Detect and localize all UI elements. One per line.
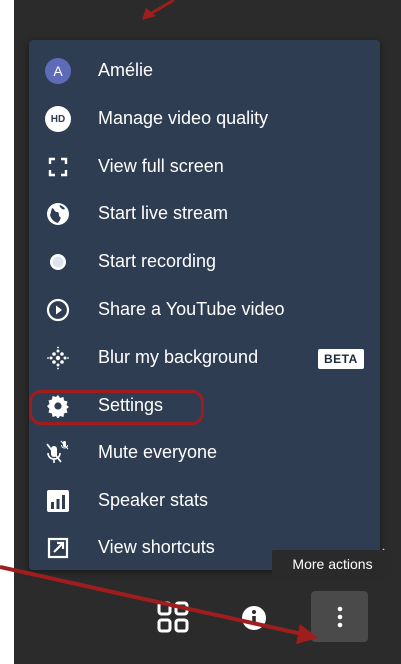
- speaker-stats-icon: [45, 488, 71, 514]
- menu-item-label: Amélie: [98, 60, 154, 80]
- tile-view-icon: [157, 601, 189, 633]
- shortcuts-icon: [45, 535, 71, 561]
- menu-item-label: Start recording: [98, 251, 217, 271]
- menu-item-mute-everyone[interactable]: Mute everyone: [29, 429, 380, 475]
- info-button[interactable]: [231, 597, 277, 639]
- more-actions-button[interactable]: [311, 591, 368, 642]
- menu-item-fullscreen[interactable]: View full screen: [29, 143, 380, 189]
- record-icon: [45, 249, 71, 275]
- menu-item-label: Mute everyone: [98, 442, 218, 462]
- menu-item-label: View full screen: [98, 156, 224, 176]
- menu-item-label: Speaker stats: [98, 490, 209, 510]
- blur-icon: [45, 345, 71, 371]
- settings-highlight: [29, 390, 204, 425]
- globe-icon: [45, 201, 71, 227]
- menu-item-recording[interactable]: Start recording: [29, 238, 380, 284]
- fullscreen-icon: [45, 154, 71, 180]
- hd-icon: HD: [45, 106, 71, 132]
- menu-item-label: View shortcuts: [98, 537, 215, 557]
- menu-item-label: Manage video quality: [98, 108, 269, 128]
- menu-item-label: Start live stream: [98, 203, 229, 223]
- play-circle-icon: [45, 297, 71, 323]
- menu-item-profile[interactable]: A Amélie: [29, 47, 380, 93]
- mute-everyone-icon: [45, 440, 71, 466]
- tile-view-button[interactable]: [150, 596, 196, 638]
- tooltip: More actions: [272, 550, 393, 577]
- beta-badge: BETA: [318, 349, 364, 369]
- avatar-icon: A: [45, 58, 71, 84]
- menu-item-video-quality[interactable]: HD Manage video quality: [29, 95, 380, 141]
- menu-item-blur-background[interactable]: Blur my background BETA: [29, 334, 380, 380]
- more-actions-menu: A Amélie HD Manage video quality View fu…: [29, 40, 380, 570]
- more-vertical-icon: [337, 606, 342, 627]
- menu-item-label: Share a YouTube video: [98, 299, 285, 319]
- info-icon: [242, 606, 266, 630]
- annotation-arrow-top: [142, 0, 175, 20]
- menu-item-share-youtube[interactable]: Share a YouTube video: [29, 286, 380, 332]
- menu-item-live-stream[interactable]: Start live stream: [29, 190, 380, 236]
- menu-item-label: Blur my background: [98, 347, 259, 367]
- menu-item-speaker-stats[interactable]: Speaker stats: [29, 477, 380, 523]
